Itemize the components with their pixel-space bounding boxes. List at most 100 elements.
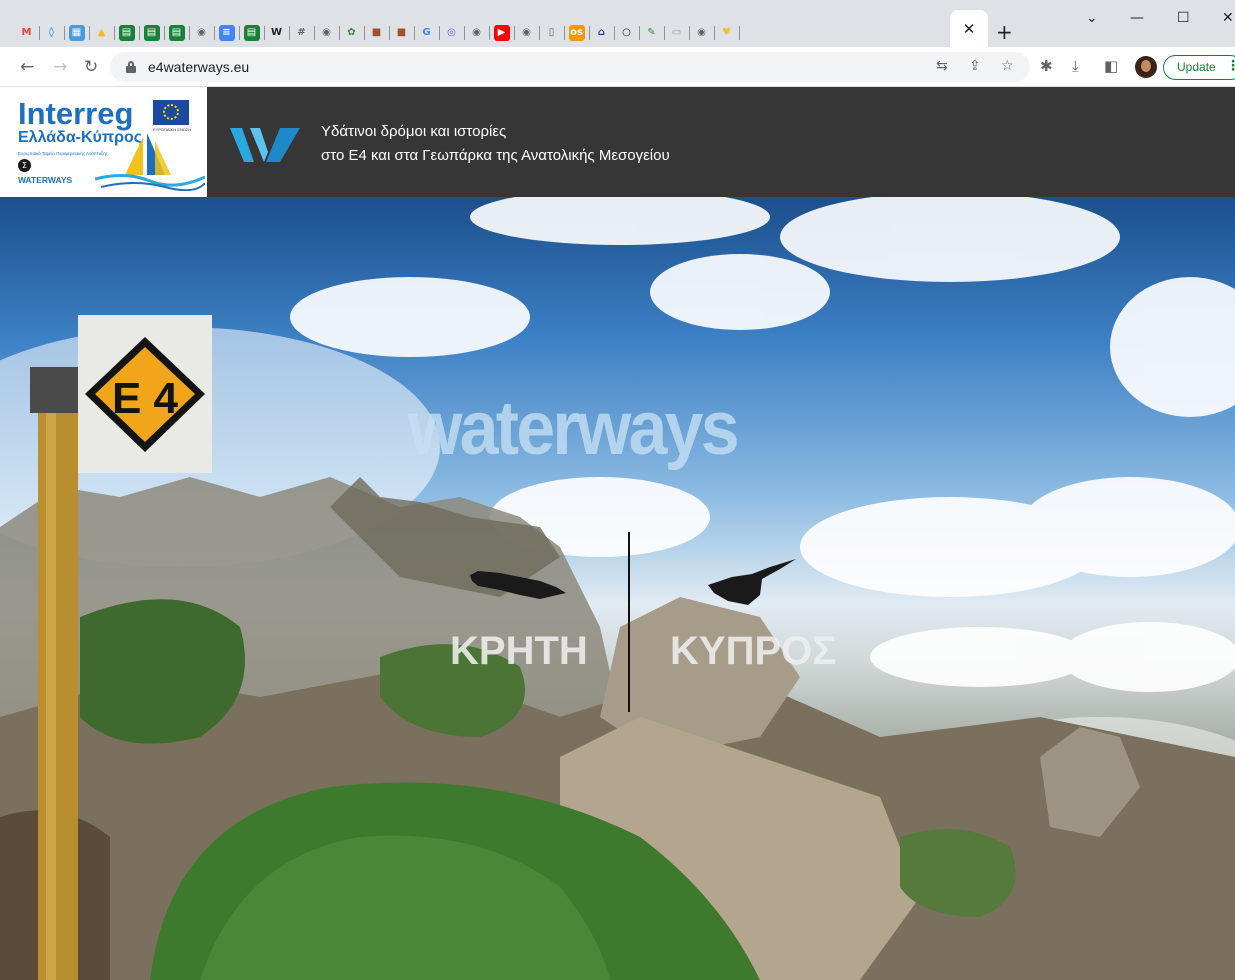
grid-icon: # [297,27,306,38]
address-bar[interactable]: e4waterways.eu ⇆ ⇪ ☆ [110,52,1030,82]
browser-tab[interactable]: ▯ [539,19,565,47]
logo-project-name: WATERWAYS [18,175,73,185]
extensions-icon[interactable]: ✱ [1040,57,1053,75]
docs-icon: ≡ [218,25,235,41]
browser-tab[interactable]: ◉ [464,19,490,47]
minimize-button[interactable]: — [1130,10,1144,26]
globe-icon: ◉ [697,27,706,38]
e4-sign-label: E 4 [112,374,179,423]
viber-icon: ◎ [447,27,456,38]
update-button[interactable]: Update [1163,55,1235,80]
interreg-logo[interactable]: Interreg ΕΥΡΩΠΑΪΚΗ ΕΝΩΣΗ Ελλάδα-Κύπρος Ε… [0,87,207,197]
sailboat-icon [95,133,205,191]
museum-icon: ⌂ [597,27,606,38]
browser-tab[interactable]: ■ [364,19,390,47]
drive-icon: ▲ [97,27,106,38]
browser-tab[interactable]: ◎ [439,19,465,47]
browser-tab[interactable]: M [14,19,40,47]
wiki-icon: W [270,27,283,38]
browser-tab[interactable]: ▤ [139,19,165,47]
browser-tab[interactable]: ◉ [189,19,215,47]
page-icon: ▭ [671,27,682,38]
lock-icon[interactable] [126,61,136,73]
browser-tab[interactable]: ≡ [214,19,240,47]
menu-dots-icon[interactable]: ⋮ [1226,57,1235,74]
browser-tab[interactable]: ■ [389,19,415,47]
tab-search-icon[interactable]: ⌄ [1086,10,1098,26]
landscape-image: E 4 [0,197,1235,980]
waterways-logo-icon[interactable] [228,122,302,166]
browser-tab[interactable]: ▶ [489,19,515,47]
globe-icon: ◉ [197,27,206,38]
hero-title: waterways [408,386,740,471]
forward-icon[interactable]: → [53,56,67,78]
globe-icon: ◉ [472,27,481,38]
close-window-button[interactable]: ✕ [1222,10,1234,26]
crete-link[interactable]: ΚΡΗΤΗ [450,629,588,674]
sheets-icon: ▤ [118,25,135,41]
document-icon: ▯ [548,27,555,38]
hero-banner: E 4 waterways ΚΡΗΤΗ ΚΥΠΡΟΣ [0,197,1235,980]
web-page: Interreg ΕΥΡΩΠΑΪΚΗ ΕΝΩΣΗ Ελλάδα-Κύπρος Ε… [0,87,1235,980]
sigma-icon: Σ [18,159,31,172]
site-header: Interreg ΕΥΡΩΠΑΪΚΗ ΕΝΩΣΗ Ελλάδα-Κύπρος Ε… [0,87,1235,197]
sheets-icon: ▤ [168,25,185,41]
browser-tab[interactable]: ♥ [714,19,740,47]
browser-tab[interactable]: # [289,19,315,47]
browser-tab[interactable]: ▭ [664,19,690,47]
back-icon[interactable]: ← [20,56,34,78]
browser-tab-strip: M ◊ ▦ ▲ ▤ ▤ ▤ ◉ ≡ ▤ W # ◉ ✿ ■ ■ G ◎ ◉ ▶ ◉ ▯ os ⌂ ○ ✎ ▭ ◉ ♥ ✕ + ⌄ — ☐… [0,0,1235,47]
site-tagline-line1: Υδάτινοι δρόμοι και ιστορίες [321,123,507,140]
maximize-button[interactable]: ☐ [1177,10,1190,26]
globe-icon: ◉ [522,27,531,38]
map-icon: ✎ [647,27,656,38]
close-tab-icon[interactable]: ✕ [963,20,976,38]
drop-icon: ◊ [49,27,54,38]
tab-list: M ◊ ▦ ▲ ▤ ▤ ▤ ◉ ≡ ▤ W # ◉ ✿ ■ ■ G ◎ ◉ ▶ ◉ ▯ os ⌂ ○ ✎ ▭ ◉ ♥ [14,19,740,47]
browser-tab[interactable]: W [264,19,290,47]
browser-tab[interactable]: ▲ [89,19,115,47]
google-icon: G [422,27,431,38]
circle-icon: ○ [622,27,631,38]
bookmark-star-icon[interactable]: ☆ [1001,58,1014,74]
os-icon: os [568,25,585,41]
reload-icon[interactable]: ↻ [84,56,98,78]
site-tagline-line2: στο Ε4 και στα Γεωπάρκα της Ανατολικής Μ… [321,147,670,164]
browser-tab[interactable]: ✎ [639,19,665,47]
bag-icon: ■ [396,27,407,38]
browser-tab[interactable]: ◉ [514,19,540,47]
browser-tab[interactable]: ▤ [164,19,190,47]
browser-tab[interactable]: ⌂ [589,19,615,47]
browser-tab[interactable]: ▦ [64,19,90,47]
translate-icon[interactable]: ⇆ [936,58,948,74]
globe-icon: ◉ [322,27,331,38]
youtube-icon: ▶ [493,25,510,41]
side-panel-icon[interactable]: ◧ [1104,57,1118,75]
download-icon[interactable]: ⤓ [1072,57,1079,75]
active-tab[interactable]: ✕ [950,10,988,47]
emblem-icon: ✿ [347,27,356,38]
browser-tab[interactable]: ▤ [239,19,265,47]
share-icon[interactable]: ⇪ [969,58,981,74]
browser-tab[interactable]: ✿ [339,19,365,47]
browser-tab[interactable]: G [414,19,440,47]
profile-avatar[interactable] [1135,56,1157,78]
shield-icon: ♥ [722,27,731,38]
island-divider [628,532,630,712]
photo-icon: ▦ [68,25,85,41]
browser-tab[interactable]: ◊ [39,19,65,47]
new-tab-button[interactable]: + [996,22,1013,42]
browser-toolbar: ← → ↻ e4waterways.eu ⇆ ⇪ ☆ ✱ ⤓ ◧ Update … [0,47,1235,87]
cyprus-link[interactable]: ΚΥΠΡΟΣ [670,629,836,674]
sheets-icon: ▤ [143,25,160,41]
browser-tab[interactable]: ○ [614,19,640,47]
url-text[interactable]: e4waterways.eu [148,59,249,75]
logo-title: Interreg [18,96,134,131]
browser-tab[interactable]: ◉ [689,19,715,47]
cyprus-island-icon[interactable] [708,559,796,605]
browser-tab[interactable]: ◉ [314,19,340,47]
browser-tab[interactable]: ▤ [114,19,140,47]
eu-flag-icon [153,100,189,125]
browser-tab[interactable]: os [564,19,590,47]
bag-icon: ■ [371,27,382,38]
